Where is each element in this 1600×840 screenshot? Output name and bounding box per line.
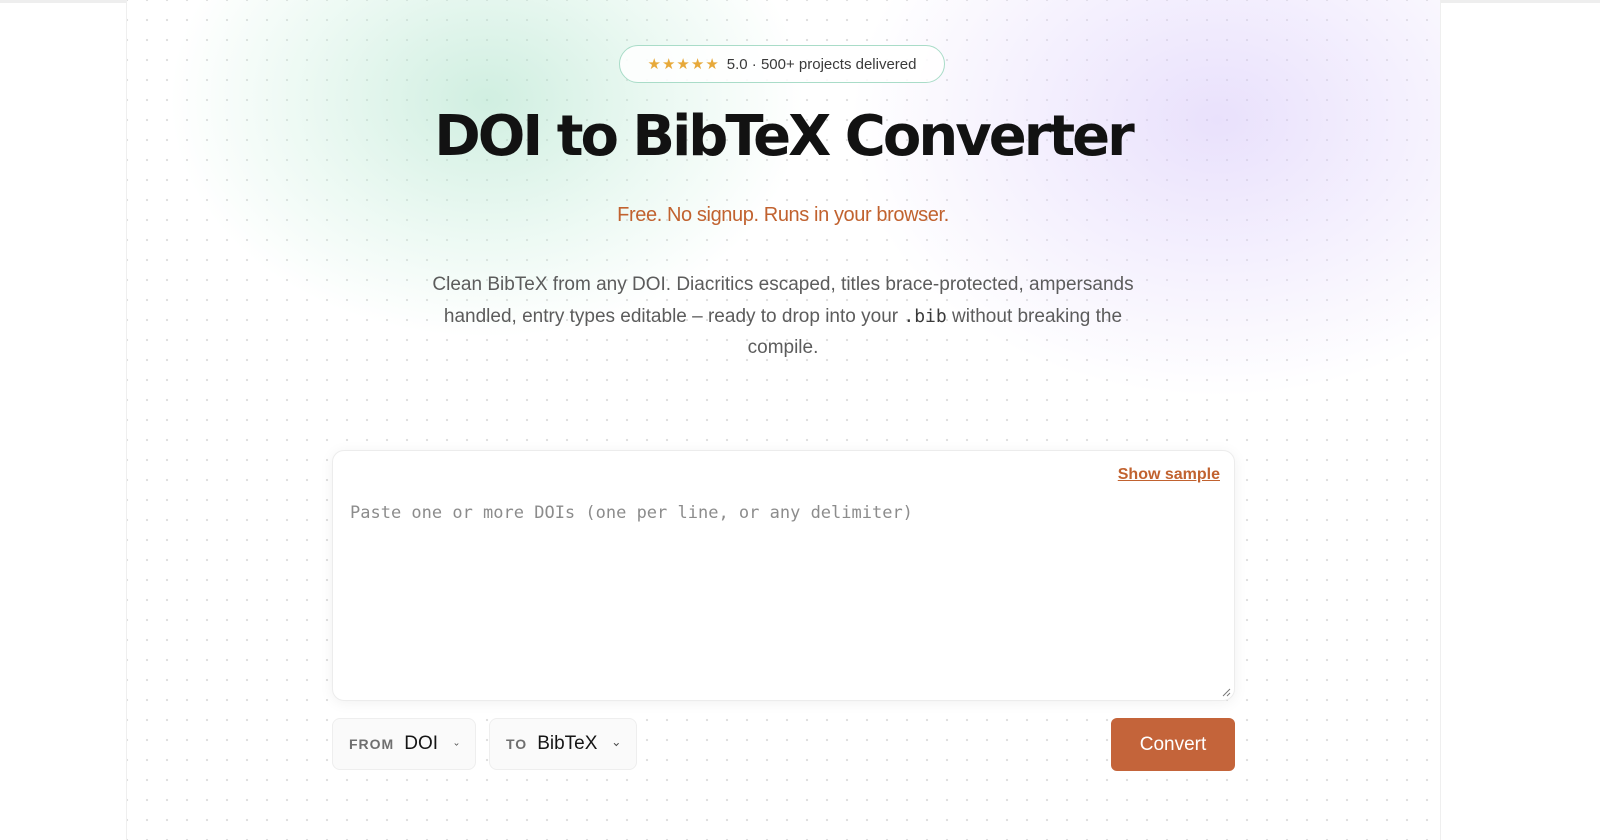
tagline: Free. No signup. Runs in your browser. — [617, 204, 949, 226]
to-value: BibTeX — [537, 733, 598, 754]
rating-badge: ★ ★ ★ ★ ★ 5.0 · 500+ projects delivered — [619, 45, 945, 83]
star-icon: ★ — [647, 55, 661, 73]
resize-grip-icon[interactable] — [1221, 687, 1231, 697]
page-title: DOI to BibTeX Converter — [434, 104, 1134, 169]
convert-button[interactable]: Convert — [1111, 718, 1235, 771]
star-icon: ★ — [705, 55, 719, 73]
from-label: FROM — [349, 736, 395, 752]
show-sample-link[interactable]: Show sample — [1118, 466, 1220, 484]
bib-extension-code: .bib — [903, 305, 947, 327]
doi-textarea[interactable] — [350, 503, 1220, 683]
from-format-select[interactable]: FROM DOI — [332, 718, 476, 770]
from-value: DOI — [404, 733, 438, 754]
rating-stars: ★ ★ ★ ★ ★ — [648, 57, 719, 72]
to-format-select[interactable]: TO BibTeX — [489, 718, 637, 770]
star-icon: ★ — [676, 55, 690, 73]
description: Clean BibTeX from any DOI. Diacritics es… — [420, 269, 1146, 364]
doi-input-card: Show sample — [332, 450, 1235, 701]
rating-text: 5.0 · 500+ projects delivered — [726, 55, 917, 73]
star-icon: ★ — [690, 55, 705, 73]
star-icon: ★ — [661, 55, 676, 73]
chevron-down-icon — [614, 742, 620, 746]
to-label: TO — [506, 736, 528, 752]
chevron-down-icon — [454, 742, 459, 746]
